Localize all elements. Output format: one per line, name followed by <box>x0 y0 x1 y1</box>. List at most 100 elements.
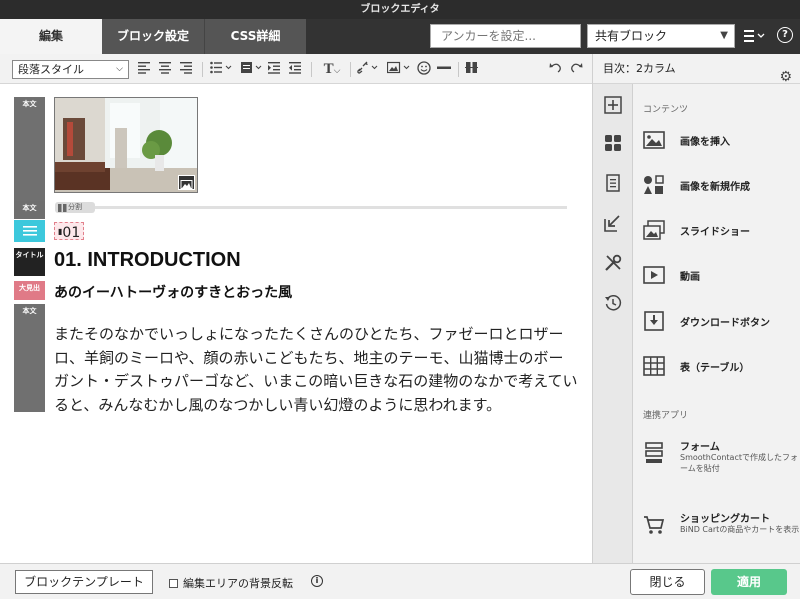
item-label: スライドショー <box>680 227 750 238</box>
list-number[interactable]: ▮01 <box>54 222 85 241</box>
block-gutter-heading[interactable]: 大見出 <box>14 281 45 300</box>
editor-area[interactable]: 本文 本文 タイトル 大見出 本文 分割 ▮01 01. INTRODUCTIO… <box>0 85 592 563</box>
sidebar-rail <box>593 84 633 563</box>
align-center-icon[interactable] <box>159 61 173 78</box>
item-label: ダウンロードボタン <box>680 318 770 329</box>
indent-icon[interactable] <box>268 61 282 78</box>
slideshow-icon <box>643 220 665 240</box>
interior-photo[interactable] <box>54 97 198 193</box>
toolbar-divider <box>311 62 312 77</box>
toolbar-divider <box>202 62 203 77</box>
sidebar-item-form[interactable]: フォーム SmoothContactで作成したフォームを貼付 <box>643 432 798 476</box>
gutter-label: 本文 <box>22 204 37 212</box>
large-heading[interactable]: あのイーハトーヴォのすきとおった風 <box>54 282 292 302</box>
grid-icon[interactable] <box>604 134 622 152</box>
footer-bar: ブロックテンプレート 編集エリアの背景反転 i 閉じる 適用 <box>0 563 800 599</box>
shared-block-label: 共有ブロック <box>595 29 668 43</box>
list-icon <box>22 226 37 236</box>
checkbox-label: 編集エリアの背景反転 <box>183 577 293 590</box>
image-create-icon <box>644 175 664 194</box>
video-icon <box>643 266 665 284</box>
redo-icon[interactable] <box>570 61 584 78</box>
block-gutter-body[interactable]: 本文 <box>14 97 45 204</box>
align-right-icon[interactable] <box>180 61 194 78</box>
invert-background-checkbox[interactable]: 編集エリアの背景反転 <box>169 575 293 591</box>
block-gutter-title[interactable]: タイトル <box>14 248 45 276</box>
checkbox[interactable] <box>169 579 178 588</box>
split-divider[interactable]: 分割 <box>55 202 567 213</box>
outdent-icon[interactable] <box>289 61 303 78</box>
tab-edit[interactable]: 編集 <box>0 19 102 54</box>
page-icon[interactable] <box>604 174 622 192</box>
sidebar-item-table[interactable]: 表（テーブル） <box>643 350 793 382</box>
form-icon <box>645 442 663 463</box>
block-gutter-list[interactable] <box>14 220 45 242</box>
table-icon <box>643 356 665 376</box>
column-icon[interactable] <box>465 61 479 78</box>
item-label: 画像を挿入 <box>680 137 730 148</box>
gutter-label: 本文 <box>22 100 37 108</box>
block-template-button[interactable]: ブロックテンプレート <box>15 570 153 594</box>
item-description: BiND Cartの商品やカートを表示 <box>680 525 800 534</box>
paragraph-style-select[interactable]: 段落スタイル ⌵ <box>12 60 129 79</box>
undo-icon[interactable] <box>549 61 563 78</box>
download-icon <box>644 311 664 331</box>
cart-icon <box>644 516 665 534</box>
list-icon[interactable] <box>210 61 234 78</box>
tab-bar: 編集 ブロック設定 CSS詳細 共有ブロック ▼ ? <box>0 19 800 54</box>
body-paragraph[interactable]: またそのなかでいっしょになったたくさんのひとたち、ファゼーロとロザーロ、羊飼のミ… <box>54 323 578 417</box>
import-icon[interactable] <box>604 214 622 232</box>
sidebar-item-create-image[interactable]: 画像を新規作成 <box>643 169 793 201</box>
toolbar-divider <box>350 62 351 77</box>
tab-block-settings[interactable]: ブロック設定 <box>102 19 205 54</box>
tools-icon[interactable] <box>604 254 622 272</box>
help-icon[interactable]: ? <box>777 27 793 43</box>
gutter-label: 大見出 <box>19 284 40 292</box>
window-title: ブロックエディタ <box>0 0 800 19</box>
close-button[interactable]: 閉じる <box>630 569 705 595</box>
sidebar-item-download-button[interactable]: ダウンロードボタン <box>643 305 793 337</box>
section-apps: 連携アプリ <box>643 411 689 421</box>
item-label: 表（テーブル） <box>680 363 750 374</box>
chevron-down-icon: ⌵ <box>116 64 123 74</box>
sidebar-content-list: コンテンツ 画像を挿入 画像を新規作成 スライドショー 動画 ダウンロードボタン… <box>633 84 800 563</box>
sidebar-item-shopping-cart[interactable]: ショッピングカート BiND Cartの商品やカートを表示 <box>643 504 799 548</box>
gutter-label: タイトル <box>15 251 44 259</box>
split-icon <box>58 203 67 212</box>
tab-css-detail[interactable]: CSS詳細 <box>205 19 306 54</box>
split-track <box>55 206 567 209</box>
sidebar-item-insert-image[interactable]: 画像を挿入 <box>643 124 793 156</box>
paragraph-style-label: 段落スタイル <box>18 63 84 76</box>
apply-button[interactable]: 適用 <box>711 569 787 595</box>
align-left-icon[interactable] <box>138 61 152 78</box>
hamburger-menu-icon[interactable] <box>744 30 766 46</box>
sidebar-item-slideshow[interactable]: スライドショー <box>643 214 793 246</box>
block-gutter-body[interactable]: 本文 <box>14 201 45 219</box>
link-icon[interactable] <box>357 61 381 78</box>
sidebar-header: 目次：2カラム ⚙ <box>593 54 800 85</box>
item-label: フォーム <box>680 442 720 453</box>
block-format-icon[interactable] <box>241 61 265 78</box>
image-edit-icon[interactable] <box>178 175 195 190</box>
item-description: SmoothContactで作成したフォームを貼付 <box>680 453 798 473</box>
add-block-icon[interactable] <box>604 96 622 114</box>
sidebar-item-video[interactable]: 動画 <box>643 259 793 291</box>
block-gutter-body[interactable]: 本文 <box>14 304 45 412</box>
sidebar-title: 目次：2カラム <box>603 62 676 75</box>
anchor-input[interactable] <box>430 24 581 48</box>
shared-block-select[interactable]: 共有ブロック ▼ <box>587 24 735 48</box>
emoji-icon[interactable] <box>417 61 432 78</box>
chevron-down-icon: ▼ <box>720 30 728 41</box>
item-label: 動画 <box>680 272 700 283</box>
item-label: ショッピングカート <box>680 514 770 525</box>
title-heading[interactable]: 01. INTRODUCTION <box>54 249 241 272</box>
history-icon[interactable] <box>604 294 622 312</box>
image-icon[interactable] <box>387 61 413 78</box>
horizontal-rule-icon[interactable] <box>437 61 452 78</box>
sidebar: 目次：2カラム ⚙ コンテンツ 画像を挿入 画像を新規作成 スライドショー 動画 <box>592 54 800 563</box>
text-format-icon[interactable]: T⌵ <box>319 61 345 78</box>
split-button[interactable]: 分割 <box>55 202 95 213</box>
info-icon[interactable]: i <box>311 575 323 587</box>
toolbar-divider <box>458 62 459 77</box>
split-label: 分割 <box>68 203 82 211</box>
